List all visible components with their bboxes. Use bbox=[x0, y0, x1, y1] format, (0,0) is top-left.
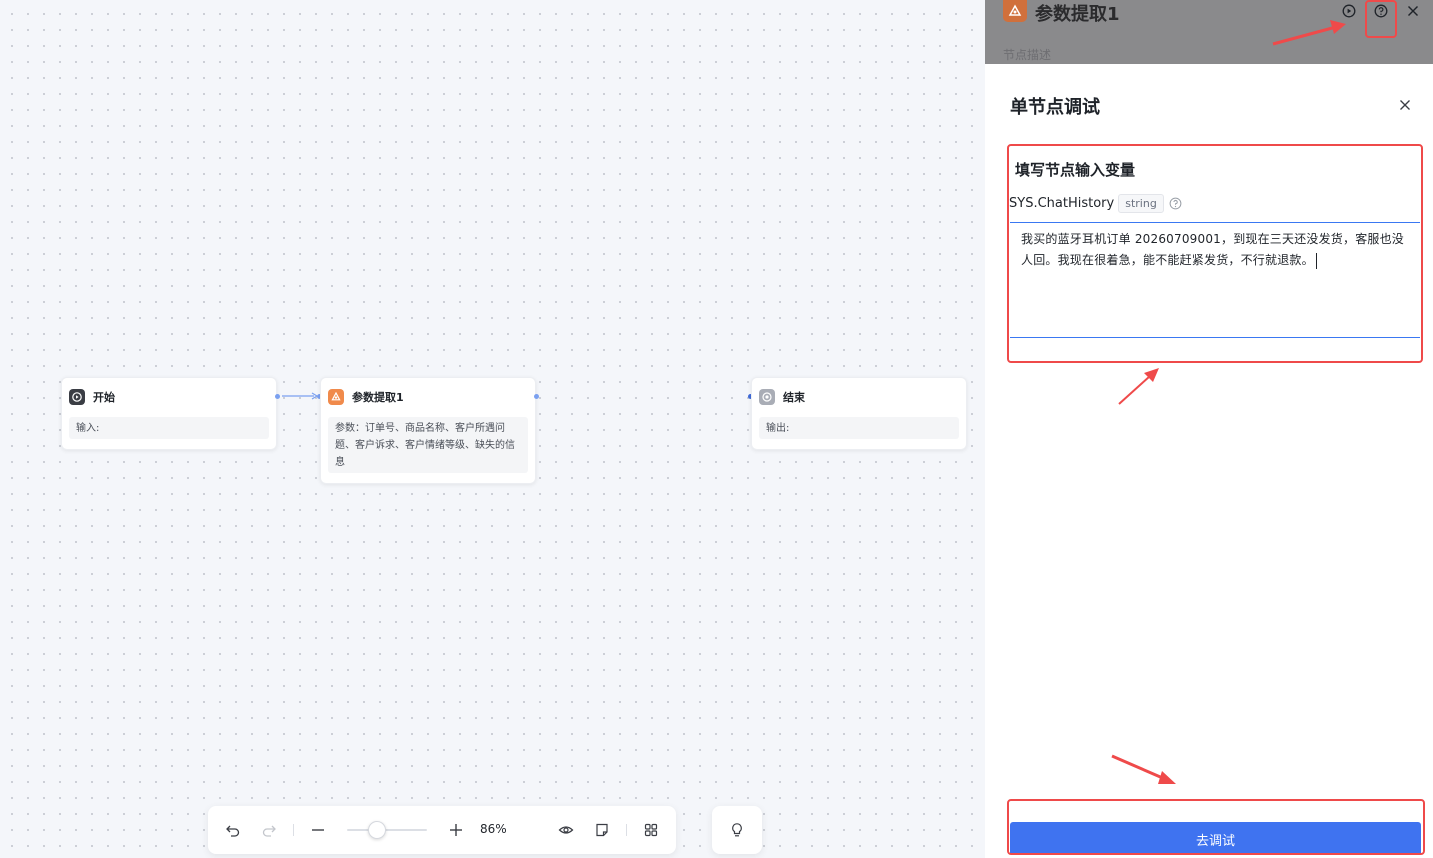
redo-icon[interactable] bbox=[259, 820, 279, 840]
extract-icon bbox=[1003, 0, 1027, 22]
start-node[interactable]: 开始 输入: bbox=[61, 377, 277, 450]
extract-output-port[interactable] bbox=[534, 394, 539, 399]
zoom-in-icon[interactable] bbox=[446, 820, 466, 840]
play-icon bbox=[69, 389, 85, 405]
end-node[interactable]: 结束 输出: bbox=[751, 377, 967, 450]
single-node-debug-drawer: 单节点调试 填写节点输入变量 SYS.ChatHistory string 我买… bbox=[985, 64, 1433, 858]
drawer-title: 单节点调试 bbox=[1010, 97, 1100, 118]
end-node-title: 结束 bbox=[783, 391, 805, 404]
close-icon[interactable] bbox=[1397, 97, 1413, 113]
chat-history-input[interactable]: 我买的蓝牙耳机订单 20260709001，到现在三天还没发货，客服也没人回。我… bbox=[1010, 222, 1420, 338]
text-caret bbox=[1315, 252, 1317, 269]
note-icon[interactable] bbox=[592, 820, 612, 840]
start-debug-button[interactable]: 去调试 bbox=[1010, 822, 1421, 854]
extract-node-params: 参数：订单号、商品名称、客户所遇问题、客户诉求、客户情绪等级、缺失的信息 bbox=[328, 417, 528, 473]
tips-button[interactable] bbox=[712, 806, 762, 854]
zoom-out-icon[interactable] bbox=[308, 820, 328, 840]
help-icon[interactable] bbox=[1373, 3, 1389, 19]
close-icon[interactable] bbox=[1405, 3, 1421, 19]
stop-icon bbox=[759, 389, 775, 405]
workflow-canvas[interactable]: 开始 输入: 参数提取1 参数：订单号、商品名称、客户所遇问题、客户诉求、客户情… bbox=[0, 0, 985, 858]
help-icon[interactable] bbox=[1169, 196, 1183, 210]
zoom-level: 86% bbox=[480, 822, 507, 836]
run-icon[interactable] bbox=[1341, 3, 1357, 19]
end-node-output: 输出: bbox=[759, 417, 959, 439]
chat-history-value: 我买的蓝牙耳机订单 20260709001，到现在三天还没发货，客服也没人回。我… bbox=[1021, 232, 1404, 267]
extract-icon bbox=[328, 389, 344, 405]
zoom-slider-thumb[interactable] bbox=[368, 821, 386, 839]
eye-icon[interactable] bbox=[556, 820, 576, 840]
extract-node-title: 参数提取1 bbox=[352, 391, 404, 404]
lightbulb-icon bbox=[729, 822, 745, 838]
node-config-title: 参数提取1 bbox=[1035, 4, 1120, 25]
extract-node[interactable]: 参数提取1 参数：订单号、商品名称、客户所遇问题、客户诉求、客户情绪等级、缺失的… bbox=[320, 377, 536, 484]
zoom-slider-track[interactable] bbox=[347, 829, 427, 831]
variable-label-row: SYS.ChatHistory string bbox=[1009, 192, 1183, 214]
node-description-input[interactable]: 节点描述 bbox=[1003, 46, 1051, 63]
section-title: 填写节点输入变量 bbox=[1015, 161, 1136, 179]
canvas-toolbar: 86% bbox=[208, 806, 676, 854]
node-config-header: 参数提取1 节点描述 bbox=[985, 0, 1433, 64]
toolbar-divider bbox=[293, 824, 294, 836]
grid-icon[interactable] bbox=[641, 820, 661, 840]
start-node-title: 开始 bbox=[93, 391, 115, 404]
variable-type-badge: string bbox=[1118, 193, 1164, 213]
start-node-input: 输入: bbox=[69, 417, 269, 439]
connector-edge[interactable] bbox=[280, 390, 320, 402]
toolbar-divider bbox=[626, 824, 627, 836]
variable-name: SYS.ChatHistory bbox=[1009, 195, 1115, 211]
undo-icon[interactable] bbox=[223, 820, 243, 840]
